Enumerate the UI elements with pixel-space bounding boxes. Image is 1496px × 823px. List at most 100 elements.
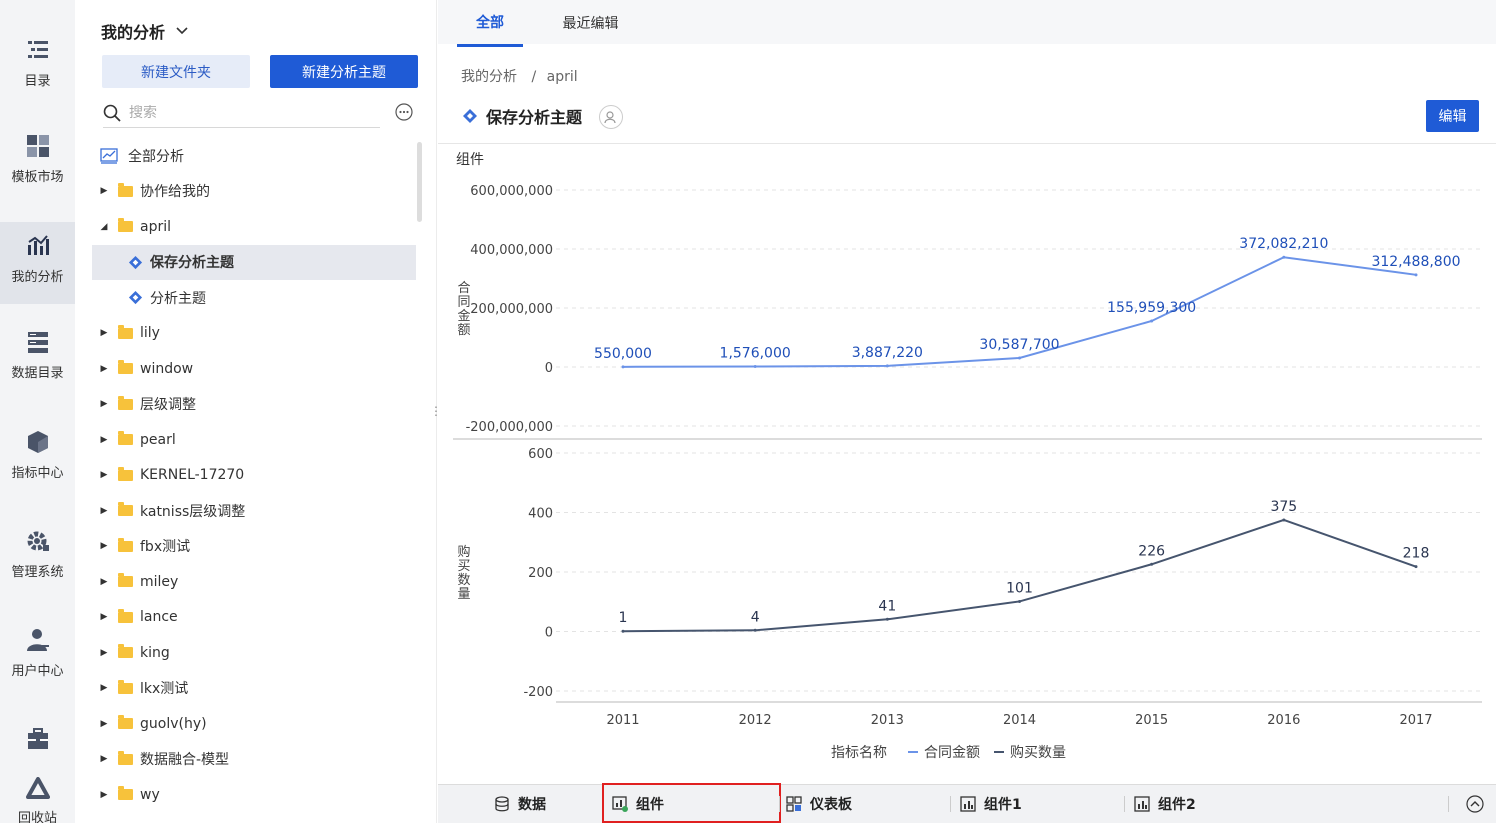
component-chart-icon: [1134, 796, 1150, 812]
tree-folder[interactable]: ▶ lance: [92, 600, 416, 635]
tree-folder[interactable]: ▶ lily: [92, 316, 416, 351]
caret-right-icon[interactable]: ▶: [98, 328, 110, 338]
caret-right-icon[interactable]: ▶: [98, 399, 110, 409]
caret-right-icon[interactable]: ▶: [98, 648, 110, 658]
tree-folder[interactable]: ▶ KERNEL-17270: [92, 458, 416, 493]
data-point: [1414, 273, 1418, 277]
search-input[interactable]: [129, 104, 359, 121]
data-label: 312,488,800: [1371, 254, 1460, 270]
y-tick-label: -200: [523, 685, 553, 700]
tree-title-dropdown[interactable]: 我的分析: [101, 19, 189, 43]
nav-item-template-market[interactable]: 模板市场: [0, 119, 75, 201]
tree-title: 我的分析: [101, 23, 166, 42]
caret-right-icon[interactable]: ▶: [98, 186, 110, 196]
more-options-icon[interactable]: [395, 103, 413, 121]
bottom-tab-data[interactable]: 数据: [494, 785, 546, 823]
top-tabs: 全部 最近编辑: [438, 0, 1496, 47]
nav-label-catalog: 目录: [24, 74, 51, 89]
tree-folder[interactable]: ◢ april: [92, 209, 416, 244]
tree-folder[interactable]: ▶ pearl: [92, 422, 416, 457]
caret-right-icon[interactable]: ▶: [98, 719, 110, 729]
caret-down-icon[interactable]: ◢: [98, 222, 110, 232]
folder-icon: [118, 786, 133, 800]
caret-right-icon[interactable]: ▶: [98, 790, 110, 800]
data-label: 41: [878, 598, 896, 614]
tree-folder[interactable]: ▶ wy: [92, 777, 416, 812]
tree-item-label: window: [140, 360, 194, 377]
x-tick-label: 2011: [606, 713, 639, 728]
edit-button[interactable]: 编辑: [1426, 100, 1479, 132]
nav-label-data-catalog: 数据目录: [11, 366, 64, 381]
nav-item-my-analysis[interactable]: 我的分析: [0, 222, 75, 304]
tree-folder[interactable]: ▶ king: [92, 635, 416, 670]
tree-folder[interactable]: ▶ 层级调整: [92, 387, 416, 422]
x-tick-label: 2015: [1135, 713, 1168, 728]
y-tick-label: 200: [528, 566, 553, 581]
folder-icon: [118, 644, 133, 658]
tree-folder[interactable]: ▶ lkx测试: [92, 671, 416, 706]
new-analysis-theme-button[interactable]: 新建分析主题: [270, 55, 418, 88]
bottom-tab-component2[interactable]: 组件2: [1134, 785, 1196, 823]
caret-right-icon[interactable]: ▶: [98, 364, 110, 374]
tree-item-label: guolv(hy): [140, 715, 207, 732]
tree-theme-item[interactable]: 分析主题: [92, 280, 416, 315]
database-icon: [495, 796, 509, 812]
tree-folder[interactable]: ▶ miley: [92, 564, 416, 599]
data-label: 372,082,210: [1239, 236, 1328, 252]
tree-folder[interactable]: ▶ window: [92, 351, 416, 386]
tree-folder[interactable]: ▶ 协作给我的: [92, 174, 416, 209]
data-label: 30,587,700: [979, 337, 1059, 353]
nav-item-metric-center[interactable]: 指标中心: [0, 416, 75, 498]
tab-all[interactable]: 全部: [457, 0, 523, 47]
left-nav-rail: 目录 模板市场 我的分析 数据目录 指标中心 管理系统 用户中心 回收站: [0, 0, 75, 823]
caret-right-icon[interactable]: ▶: [98, 435, 110, 445]
nav-item-user-center[interactable]: 用户中心: [0, 614, 75, 696]
tab-separator: [779, 796, 780, 812]
folder-icon: [118, 360, 133, 374]
bottom-tab-component1[interactable]: 组件1: [960, 785, 1022, 823]
tree-folder[interactable]: ▶ katniss层级调整: [92, 493, 416, 528]
line-chart: 600,000,000 400,000,000 200,000,000 0 -200,0…: [453, 184, 1482, 761]
y-tick-label: 600,000,000: [470, 184, 553, 199]
tree-folder[interactable]: ▶ 数据融合-模型: [92, 742, 416, 777]
x-tick-label: 2016: [1267, 713, 1300, 728]
tree-folder[interactable]: ▶ fbx测试: [92, 529, 416, 564]
tree-item-label: pearl: [140, 431, 176, 448]
tree-root-all-analysis[interactable]: 全部分析: [92, 138, 416, 173]
tab-separator: [1448, 796, 1449, 812]
breadcrumb-item-my-analysis[interactable]: 我的分析: [461, 69, 517, 85]
caret-right-icon[interactable]: ▶: [98, 683, 110, 693]
data-point: [1018, 356, 1021, 360]
page-title: 保存分析主题: [486, 108, 583, 127]
tree-scrollbar[interactable]: [417, 142, 422, 222]
tree-theme-item[interactable]: 保存分析主题: [92, 244, 416, 280]
data-label: 550,000: [594, 346, 652, 362]
bottom-tab-component[interactable]: 组件: [612, 785, 664, 823]
collapse-panel-icon[interactable]: [1466, 795, 1484, 813]
data-label: 155,959,300: [1107, 300, 1196, 316]
data-label: 3,887,220: [852, 345, 923, 361]
nav-item-recycle-bin[interactable]: 回收站: [0, 762, 75, 823]
x-tick-label: 2017: [1399, 713, 1432, 728]
tree-item-label: wy: [140, 786, 160, 803]
collaborator-icon[interactable]: [599, 105, 623, 129]
panel-resize-handle[interactable]: ⋮: [430, 404, 442, 424]
caret-right-icon[interactable]: ▶: [98, 470, 110, 480]
nav-item-catalog[interactable]: 目录: [0, 20, 75, 102]
bottom-tab-dashboard[interactable]: 仪表板: [786, 785, 852, 823]
tab-recent-edit[interactable]: 最近编辑: [548, 0, 633, 46]
nav-item-management[interactable]: 管理系统: [0, 515, 75, 597]
caret-right-icon[interactable]: ▶: [98, 506, 110, 516]
caret-right-icon[interactable]: ▶: [98, 754, 110, 764]
caret-right-icon[interactable]: ▶: [98, 612, 110, 622]
caret-right-icon[interactable]: ▶: [98, 541, 110, 551]
y-axis-title: 合同金额: [457, 281, 470, 338]
tree-item-label: lance: [140, 609, 178, 625]
folder-icon: [118, 573, 133, 587]
tree-folder[interactable]: ▶ guolv(hy): [92, 706, 416, 741]
tree-item-label: 保存分析主题: [150, 255, 234, 271]
new-folder-button[interactable]: 新建文件夹: [102, 55, 250, 88]
nav-item-data-catalog[interactable]: 数据目录: [0, 316, 75, 398]
data-label: 375: [1270, 499, 1297, 515]
caret-right-icon[interactable]: ▶: [98, 577, 110, 587]
